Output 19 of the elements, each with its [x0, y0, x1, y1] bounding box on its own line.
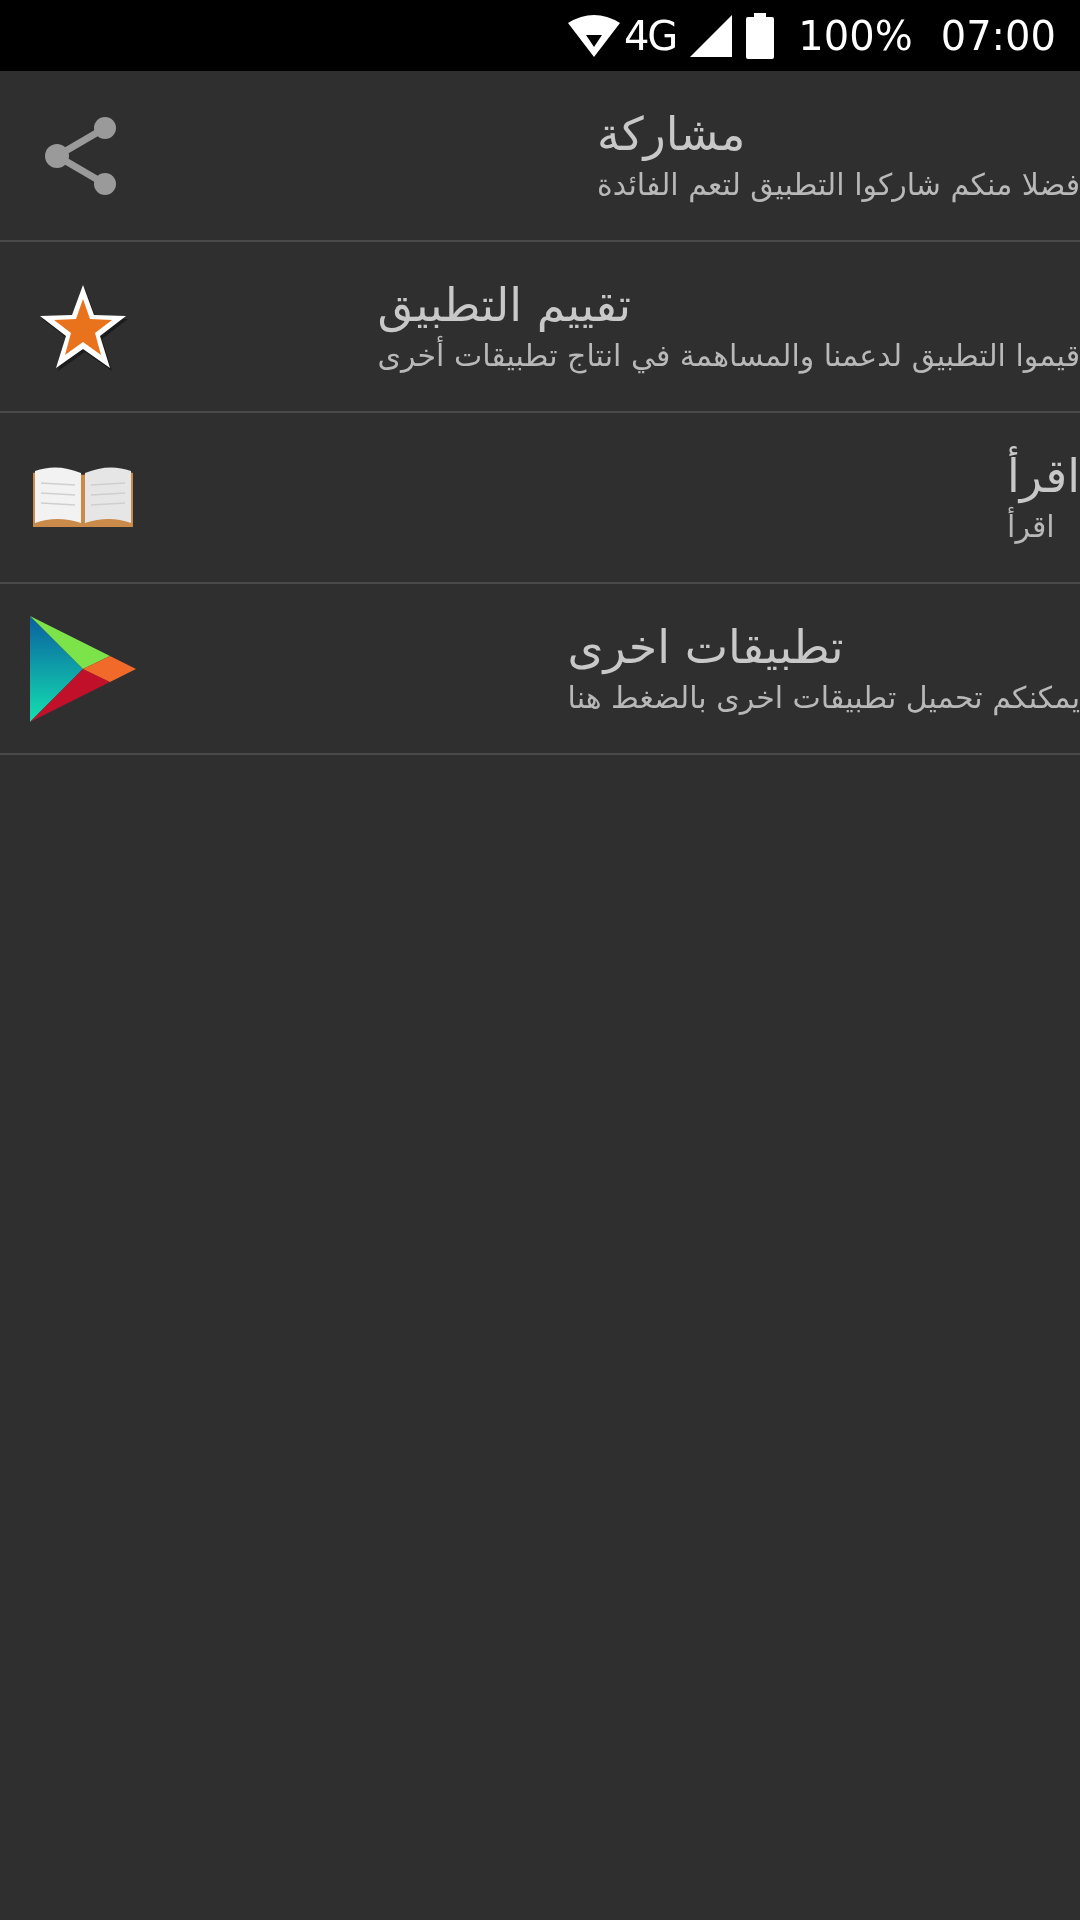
item-subtitle: قيموا التطبيق لدعمنا والمساهمة في انتاج تطبيقات أخرى	[377, 335, 1080, 378]
item-subtitle: فضلا منكم شاركوا التطبيق لتعم الفائدة	[597, 166, 1080, 205]
play-store-icon	[30, 615, 136, 722]
battery-icon	[746, 12, 775, 59]
item-title: تطبيقات اخرى	[567, 618, 844, 677]
menu-item[interactable]: تقييم التطبيق قيموا التطبيق لدعمنا والمساهمة في انتاج تطبيقات أخرى	[0, 242, 1080, 413]
menu-item[interactable]: مشاركة فضلا منكم شاركوا التطبيق لتعم الفائدة	[0, 71, 1080, 242]
wifi-icon	[567, 14, 620, 57]
battery-percent: 100%	[798, 11, 913, 61]
menu-item[interactable]: اقرأ اقرأ	[0, 413, 1080, 584]
item-title: اقرأ	[1007, 446, 1080, 506]
signal-icon	[690, 14, 733, 57]
item-title: تقييم التطبيق	[377, 276, 632, 335]
menu-item[interactable]: تطبيقات اخرى يمكنكم تحميل تطبيقات اخرى بالضغط هنا	[0, 584, 1080, 755]
network-label: 4G	[623, 11, 677, 61]
clock-time: 07:00	[940, 11, 1056, 61]
item-subtitle: اقرأ	[1007, 506, 1055, 549]
item-subtitle: يمكنكم تحميل تطبيقات اخرى بالضغط هنا	[567, 679, 1080, 718]
item-title: مشاركة	[597, 105, 746, 163]
